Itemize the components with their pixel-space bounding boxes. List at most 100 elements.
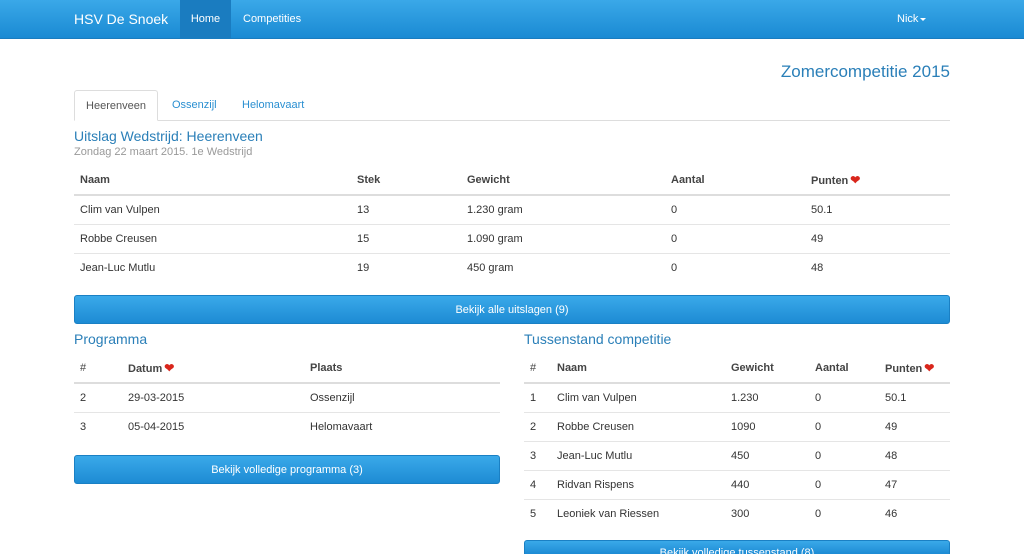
col-punten[interactable]: Punten ❤ <box>805 166 950 196</box>
cell: 1090 <box>725 412 809 442</box>
cell: Ossenzijl <box>310 392 355 404</box>
uitslag-table: Naam Stek Gewicht Aantal Punten ❤ Clim va… <box>74 166 950 282</box>
cell: 47 <box>879 470 950 500</box>
cell: 49 <box>805 224 950 254</box>
tussenstand-table: # Naam Gewicht Aantal Punten ❤ 1 Clim van… <box>524 354 950 528</box>
table-row: Jean-Luc Mutlu 19 450 gram 0 48 <box>74 253 950 282</box>
nav-competities[interactable]: Competities <box>243 0 301 39</box>
table-row: 3 05-04-2015 Helomavaart <box>74 412 500 441</box>
col-punten[interactable]: Punten ❤ <box>879 354 950 384</box>
all-results-button[interactable]: Bekijk alle uitslagen (9) <box>74 295 950 324</box>
cell: 48 <box>879 441 950 471</box>
cell: Clim van Vulpen <box>80 204 160 216</box>
cell: Leoniek van Riessen <box>551 499 725 528</box>
table-header-row: Naam Stek Gewicht Aantal Punten ❤ <box>74 166 950 196</box>
location-tabs: Heerenveen Ossenzijl Helomavaart <box>74 90 950 121</box>
cell: 48 <box>805 253 950 282</box>
nav-home[interactable]: Home <box>180 0 231 39</box>
cell: 300 <box>725 499 809 528</box>
cell: 3 <box>524 441 551 471</box>
table-row: 3 Jean-Luc Mutlu 450 0 48 <box>524 441 950 471</box>
cell: Clim van Vulpen <box>557 392 637 404</box>
cell: 1.090 gram <box>461 224 665 254</box>
page-title: Zomercompetitie 2015 <box>780 62 950 81</box>
programma-title: Programma <box>74 331 148 347</box>
table-row: 1 Clim van Vulpen 1.230 0 50.1 <box>524 383 950 413</box>
cell: Ridvan Rispens <box>551 470 725 500</box>
full-standings-button[interactable]: Bekijk volledige tussenstand (8) <box>524 540 950 554</box>
col-datum[interactable]: Datum ❤ <box>122 354 304 384</box>
table-header-row: # Naam Gewicht Aantal Punten ❤ <box>524 354 950 384</box>
uitslag-title: Uitslag Wedstrijd: Heerenveen <box>74 128 263 144</box>
cell: 0 <box>809 441 879 471</box>
col-punten-label: Punten <box>885 363 923 375</box>
cell: 0 <box>671 204 678 216</box>
cell: 15 <box>351 224 461 254</box>
cell: 5 <box>524 499 551 528</box>
cell: 46 <box>879 499 950 528</box>
cell: 19 <box>351 253 461 282</box>
col-naam: Naam <box>551 354 725 384</box>
cell: 1 <box>530 392 537 404</box>
cell: Jean-Luc Mutlu <box>551 441 725 471</box>
cell: 0 <box>665 253 805 282</box>
table-row: 2 Robbe Creusen 1090 0 49 <box>524 412 950 442</box>
full-program-button[interactable]: Bekijk volledige programma (3) <box>74 455 500 484</box>
table-row: 5 Leoniek van Riessen 300 0 46 <box>524 499 950 528</box>
cell: 0 <box>665 224 805 254</box>
table-header-row: # Datum ❤ Plaats <box>74 354 500 384</box>
cell: 450 gram <box>461 253 665 282</box>
cell: Jean-Luc Mutlu <box>74 253 351 282</box>
col-datum-label: Datum <box>128 363 163 375</box>
cell: 0 <box>809 499 879 528</box>
user-menu[interactable]: Nick <box>897 0 927 39</box>
table-row: 4 Ridvan Rispens 440 0 47 <box>524 470 950 500</box>
cell: 50.1 <box>885 392 907 404</box>
table-row: 2 29-03-2015 Ossenzijl <box>74 383 500 413</box>
col-gewicht: Gewicht <box>725 354 809 384</box>
cell: 4 <box>524 470 551 500</box>
heart-icon: ❤ <box>164 361 175 375</box>
cell: 1.230 <box>731 392 759 404</box>
cell: 450 <box>725 441 809 471</box>
heart-icon: ❤ <box>850 173 861 187</box>
brand-link[interactable]: HSV De Snoek <box>74 0 168 39</box>
heart-icon: ❤ <box>924 361 935 375</box>
cell: 440 <box>725 470 809 500</box>
user-name: Nick <box>897 13 919 25</box>
cell: Helomavaart <box>304 412 500 441</box>
uitslag-subtitle: Zondag 22 maart 2015. 1e Wedstrijd <box>74 146 253 158</box>
programma-table: # Datum ❤ Plaats 2 29-03-2015 Ossenzijl 3… <box>74 354 500 441</box>
col-naam: Naam <box>74 166 351 196</box>
cell: 2 <box>80 392 87 404</box>
cell: 29-03-2015 <box>128 392 185 404</box>
col-plaats: Plaats <box>304 354 500 384</box>
cell: 2 <box>524 412 551 442</box>
tab-heerenveen[interactable]: Heerenveen <box>74 90 158 121</box>
table-row: Clim van Vulpen 13 1.230 gram 0 50.1 <box>74 195 950 225</box>
col-aantal: Aantal <box>665 166 805 196</box>
tussenstand-title: Tussenstand competitie <box>524 331 672 347</box>
cell: 1.230 gram <box>467 204 523 216</box>
table-row: Robbe Creusen 15 1.090 gram 0 49 <box>74 224 950 254</box>
col-stek: Stek <box>351 166 461 196</box>
cell: 05-04-2015 <box>122 412 304 441</box>
cell: Robbe Creusen <box>551 412 725 442</box>
caret-down-icon <box>920 17 927 21</box>
navbar: HSV De Snoek Home Competities Nick <box>0 0 1024 39</box>
cell: 49 <box>879 412 950 442</box>
cell: 0 <box>809 470 879 500</box>
cell: 0 <box>809 412 879 442</box>
col-gewicht: Gewicht <box>461 166 665 196</box>
tab-ossenzijl[interactable]: Ossenzijl <box>172 90 217 121</box>
tab-helomavaart[interactable]: Helomavaart <box>242 90 304 121</box>
col-nummer: # <box>74 354 122 384</box>
cell: 3 <box>74 412 122 441</box>
cell: 50.1 <box>811 204 833 216</box>
cell: Robbe Creusen <box>74 224 351 254</box>
col-punten-label: Punten <box>811 175 849 187</box>
col-nummer: # <box>524 354 551 384</box>
cell: 13 <box>357 204 370 216</box>
cell: 0 <box>815 392 822 404</box>
col-aantal: Aantal <box>809 354 879 384</box>
